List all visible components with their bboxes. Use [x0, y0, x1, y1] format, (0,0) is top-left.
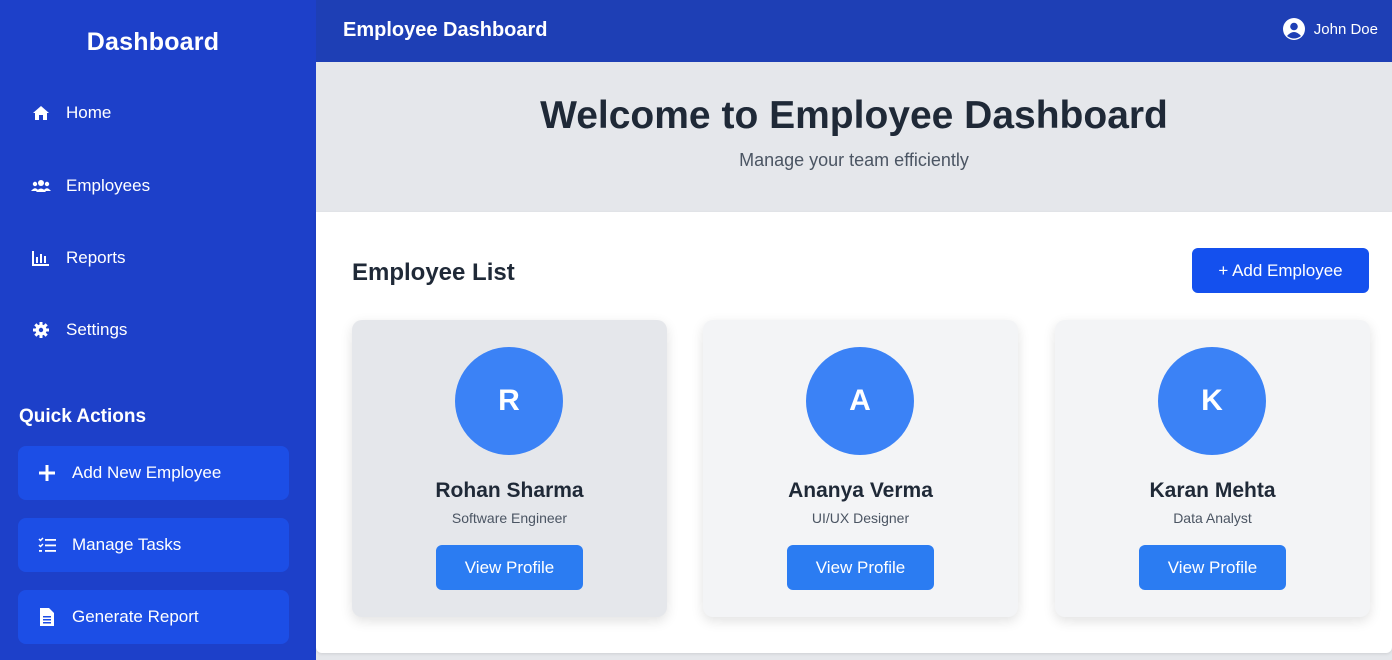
employee-card: K Karan Mehta Data Analyst View Profile [1055, 320, 1370, 617]
sidebar-title: Dashboard [86, 28, 220, 56]
quick-actions-title: Quick Actions [19, 406, 147, 427]
view-profile-button[interactable]: View Profile [787, 545, 934, 590]
home-icon [30, 104, 52, 122]
plus-icon [36, 463, 58, 483]
add-new-employee-button[interactable]: Add New Employee [18, 446, 289, 500]
sidebar-item-label: Reports [66, 248, 126, 267]
employee-list-title: Employee List [352, 259, 515, 286]
user-name: John Doe [1313, 20, 1378, 38]
welcome-hero: Welcome to Employee Dashboard Manage you… [316, 62, 1392, 212]
quick-action-label: Generate Report [72, 607, 199, 626]
employee-list-panel: Employee List + Add Employee R Rohan Sha… [316, 212, 1392, 653]
user-menu[interactable]: John Doe [1282, 18, 1378, 40]
sidebar-item-label: Employees [66, 176, 151, 195]
employee-role: UI/UX Designer [811, 510, 910, 526]
employee-card: A Ananya Verma UI/UX Designer View Profi… [703, 320, 1018, 617]
hero-title: Welcome to Employee Dashboard [540, 94, 1168, 137]
employee-card: R Rohan Sharma Software Engineer View Pr… [352, 320, 667, 617]
quick-action-label: Manage Tasks [72, 535, 182, 554]
tasks-icon [36, 535, 58, 555]
employee-name: Rohan Sharma [435, 479, 584, 502]
manage-tasks-button[interactable]: Manage Tasks [18, 518, 289, 572]
quick-action-label: Add New Employee [72, 463, 222, 482]
add-employee-button[interactable]: + Add Employee [1192, 248, 1369, 293]
sidebar-item-settings[interactable]: Settings [30, 318, 127, 342]
view-profile-button[interactable]: View Profile [1139, 545, 1286, 590]
employee-name: Ananya Verma [788, 479, 933, 502]
employee-name: Karan Mehta [1149, 479, 1276, 502]
sidebar-item-label: Settings [66, 320, 128, 339]
file-icon [36, 607, 58, 627]
avatar: A [806, 347, 914, 455]
sidebar-item-label: Home [66, 103, 112, 122]
view-profile-button[interactable]: View Profile [436, 545, 583, 590]
employee-role: Software Engineer [451, 510, 568, 526]
sidebar-item-home[interactable]: Home [30, 101, 111, 125]
avatar: R [455, 347, 563, 455]
sidebar: Dashboard Home Employees Reports Setting… [0, 0, 316, 660]
gear-icon [30, 321, 52, 339]
sidebar-item-employees[interactable]: Employees [30, 174, 150, 198]
user-circle-icon [1282, 18, 1305, 40]
header-title: Employee Dashboard [343, 19, 548, 41]
users-icon [30, 177, 52, 195]
chart-icon [30, 249, 52, 267]
top-header: Employee Dashboard John Doe [316, 0, 1392, 62]
hero-subtitle: Manage your team efficiently [739, 150, 969, 170]
generate-report-button[interactable]: Generate Report [18, 590, 289, 644]
sidebar-item-reports[interactable]: Reports [30, 246, 126, 270]
avatar: K [1158, 347, 1266, 455]
employee-role: Data Analyst [1173, 510, 1252, 526]
